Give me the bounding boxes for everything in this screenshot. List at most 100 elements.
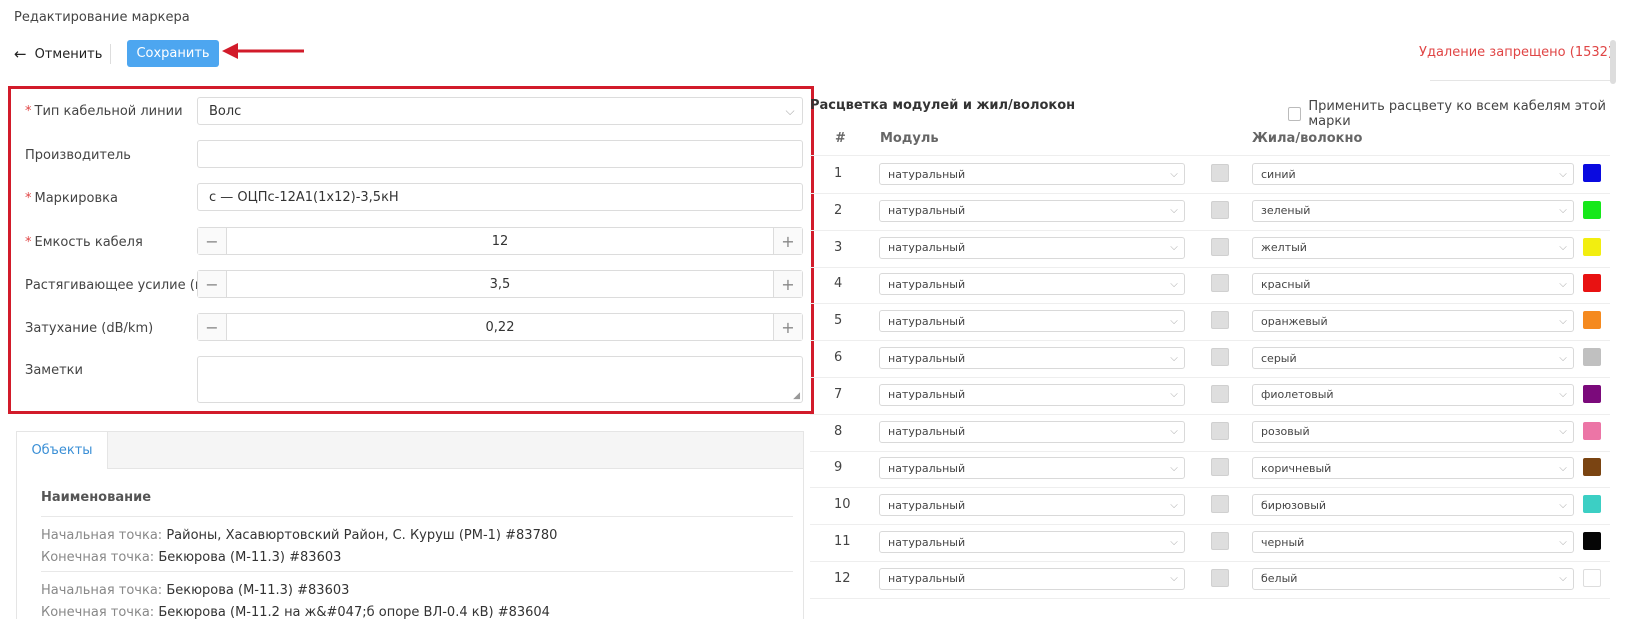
fiber-color-swatch[interactable] <box>1583 458 1601 477</box>
module-color-swatch[interactable] <box>1211 568 1229 587</box>
chevron-down-icon: ⌵ <box>1170 499 1178 511</box>
minus-icon[interactable]: − <box>198 314 227 340</box>
tab-objects[interactable]: Объекты <box>17 432 108 469</box>
module-color-swatch[interactable] <box>1211 200 1229 219</box>
fiber-select[interactable]: белый ⌵ <box>1252 567 1574 590</box>
column-header-module: Модуль <box>880 131 939 146</box>
chevron-down-icon: ⌵ <box>1559 426 1567 438</box>
fiber-select[interactable]: синий ⌵ <box>1252 163 1574 185</box>
attenuation-stepper[interactable]: − 0,22 + <box>197 313 803 341</box>
notes-label: Заметки <box>25 363 83 378</box>
list-item[interactable]: Начальная точка: Бекюрова (М-11.3) #8360… <box>41 571 793 624</box>
fiber-color-swatch[interactable] <box>1583 384 1601 403</box>
chevron-down-icon: ⌵ <box>1170 573 1178 585</box>
module-color-swatch[interactable] <box>1211 384 1229 403</box>
marking-input[interactable]: с — ОЦПс-12А1(1х12)-3,5кН <box>197 183 803 211</box>
table-row: 2 натуральный ⌵ зеленый ⌵ <box>810 193 1610 231</box>
minus-icon[interactable]: − <box>198 271 227 297</box>
fiber-color-swatch[interactable] <box>1583 200 1601 219</box>
row-number: 10 <box>834 497 851 513</box>
fiber-select[interactable]: розовый ⌵ <box>1252 420 1574 443</box>
module-select[interactable]: натуральный ⌵ <box>879 347 1185 369</box>
save-button[interactable]: Сохранить <box>127 40 219 67</box>
module-select[interactable]: натуральный ⌵ <box>879 199 1185 222</box>
module-color-swatch[interactable] <box>1211 421 1229 440</box>
chevron-down-icon: ⌵ <box>785 103 795 118</box>
chevron-down-icon: ⌵ <box>1170 389 1178 401</box>
plus-icon[interactable]: + <box>773 271 802 297</box>
chevron-down-icon: ⌵ <box>1559 352 1567 364</box>
cancel-button[interactable]: ← Отменить <box>14 45 102 63</box>
fiber-color-swatch[interactable] <box>1583 495 1601 514</box>
marking-label: * Маркировка <box>25 191 118 206</box>
chevron-down-icon: ⌵ <box>1559 573 1567 585</box>
chevron-down-icon: ⌵ <box>1559 389 1567 401</box>
fiber-color-swatch[interactable] <box>1583 421 1601 440</box>
row-number: 5 <box>834 313 843 329</box>
cable-type-label: * Тип кабельной линии <box>25 104 183 119</box>
fiber-select[interactable]: черный ⌵ <box>1252 531 1574 553</box>
module-select[interactable]: натуральный ⌵ <box>879 310 1185 333</box>
chevron-down-icon: ⌵ <box>1170 278 1178 290</box>
notes-textarea[interactable]: ◢ <box>197 356 803 403</box>
checkbox[interactable] <box>1288 107 1302 121</box>
fiber-select[interactable]: коричневый ⌵ <box>1252 457 1574 480</box>
module-color-swatch[interactable] <box>1211 311 1229 330</box>
module-select[interactable]: натуральный ⌵ <box>879 494 1185 517</box>
plus-icon[interactable]: + <box>773 314 802 340</box>
chevron-down-icon: ⌵ <box>1559 536 1567 548</box>
module-color-swatch[interactable] <box>1211 164 1229 182</box>
cable-type-select[interactable]: Волс ⌵ <box>197 97 803 125</box>
module-color-swatch[interactable] <box>1211 458 1229 477</box>
module-color-swatch[interactable] <box>1211 495 1229 514</box>
table-row: 10 натуральный ⌵ бирюзовый ⌵ <box>810 487 1610 526</box>
column-header-name: Наименование <box>41 490 152 505</box>
resize-handle-icon[interactable]: ◢ <box>793 391 800 401</box>
fiber-select[interactable]: желтый ⌵ <box>1252 236 1574 259</box>
module-select[interactable]: натуральный ⌵ <box>879 236 1185 259</box>
table-row: 6 натуральный ⌵ серый ⌵ <box>810 340 1610 378</box>
fiber-color-swatch[interactable] <box>1583 348 1601 366</box>
module-color-swatch[interactable] <box>1211 532 1229 550</box>
fiber-select[interactable]: оранжевый ⌵ <box>1252 310 1574 333</box>
chevron-down-icon: ⌵ <box>1170 168 1178 180</box>
chevron-down-icon: ⌵ <box>1559 462 1567 474</box>
fiber-select[interactable]: бирюзовый ⌵ <box>1252 494 1574 517</box>
chevron-down-icon: ⌵ <box>1559 168 1567 180</box>
module-select[interactable]: натуральный ⌵ <box>879 531 1185 553</box>
fiber-color-swatch[interactable] <box>1583 274 1601 293</box>
chevron-down-icon: ⌵ <box>1559 242 1567 254</box>
fiber-color-swatch[interactable] <box>1583 237 1601 256</box>
fiber-color-swatch[interactable] <box>1583 532 1601 550</box>
module-color-swatch[interactable] <box>1211 237 1229 256</box>
fiber-select[interactable]: красный ⌵ <box>1252 273 1574 296</box>
chevron-down-icon: ⌵ <box>1170 352 1178 364</box>
manufacturer-input[interactable] <box>197 140 803 168</box>
module-select[interactable]: натуральный ⌵ <box>879 457 1185 480</box>
fiber-select[interactable]: зеленый ⌵ <box>1252 199 1574 222</box>
fiber-color-swatch[interactable] <box>1583 568 1601 587</box>
module-select[interactable]: натуральный ⌵ <box>879 567 1185 590</box>
module-select[interactable]: натуральный ⌵ <box>879 420 1185 443</box>
apply-all-checkbox[interactable]: Применить расцвету ко всем кабелям этой … <box>1288 99 1633 129</box>
marker-form: * Тип кабельной линии Волс ⌵ Производител… <box>8 86 814 414</box>
module-select[interactable]: натуральный ⌵ <box>879 163 1185 185</box>
row-number: 8 <box>834 423 843 439</box>
module-color-swatch[interactable] <box>1211 274 1229 293</box>
table-row: 9 натуральный ⌵ коричневый ⌵ <box>810 450 1610 489</box>
list-item[interactable]: Начальная точка: Районы, Хасавюртовский … <box>41 516 793 569</box>
plus-icon[interactable]: + <box>773 228 802 254</box>
module-select[interactable]: натуральный ⌵ <box>879 273 1185 296</box>
fiber-select[interactable]: фиолетовый ⌵ <box>1252 383 1574 406</box>
table-row: 5 натуральный ⌵ оранжевый ⌵ <box>810 303 1610 342</box>
fiber-color-swatch[interactable] <box>1583 164 1601 182</box>
module-select[interactable]: натуральный ⌵ <box>879 383 1185 406</box>
minus-icon[interactable]: − <box>198 228 227 254</box>
tension-stepper[interactable]: − 3,5 + <box>197 270 803 298</box>
objects-panel: Объекты Наименование Начальная точка: Ра… <box>16 431 804 620</box>
module-color-swatch[interactable] <box>1211 348 1229 366</box>
fiber-color-swatch[interactable] <box>1583 311 1601 330</box>
fiber-select[interactable]: серый ⌵ <box>1252 347 1574 369</box>
scrollbar[interactable] <box>1610 40 1616 84</box>
capacity-stepper[interactable]: − 12 + <box>197 227 803 255</box>
